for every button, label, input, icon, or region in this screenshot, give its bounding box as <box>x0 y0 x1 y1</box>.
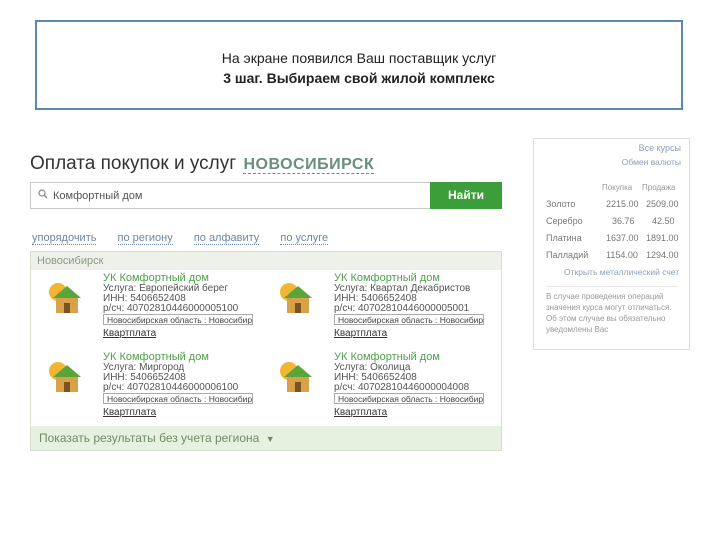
metal-sell: 1891.00 <box>646 233 679 243</box>
divider <box>546 286 678 287</box>
metal-sell: 42.50 <box>652 216 675 226</box>
provider-info: УК Комфортный дом Услуга: Околица ИНН: 5… <box>334 351 469 393</box>
metal-sell: 1294.00 <box>646 250 679 260</box>
page-title: Оплата покупок и услуг НОВОСИБИРСК <box>30 153 375 175</box>
provider-info: УК Комфортный дом Услуга: Европейский бе… <box>103 272 238 314</box>
search-bar: Найти <box>30 182 502 209</box>
caption-line-2: 3 шаг. Выбираем свой жилой комплекс <box>223 70 495 86</box>
sort-by-region[interactable]: по региону <box>117 232 173 245</box>
category-link[interactable]: Квартплата <box>103 328 156 339</box>
provider-card[interactable]: УК Комфортный дом Услуга: Миргород ИНН: … <box>45 351 275 427</box>
results-panel: Новосибирск УК Комфортный дом Услуга: Ев… <box>30 251 502 451</box>
city-selector[interactable]: НОВОСИБИРСК <box>243 156 375 174</box>
open-metal-account-link[interactable]: Открыть металлический счет <box>564 267 679 277</box>
provider-account: р/сч: 40702810446000006100 <box>103 382 239 393</box>
metal-sell: 2509.00 <box>646 199 679 209</box>
search-icon <box>38 189 48 199</box>
metal-buy: 1154.00 <box>606 250 638 260</box>
sort-by-alphabet[interactable]: по алфавиту <box>193 232 260 245</box>
chevron-down-icon: ▼ <box>265 434 275 444</box>
sort-bar: упорядочить по региону по алфавиту по ус… <box>32 232 346 245</box>
provider-account: р/сч: 40702810446000005001 <box>334 303 470 314</box>
provider-info: УК Комфортный дом Услуга: Квартал Декабр… <box>334 272 470 314</box>
metal-name: Платина <box>546 233 582 243</box>
category-link[interactable]: Квартплата <box>334 328 387 339</box>
metal-name: Серебро <box>546 216 583 226</box>
metal-name: Золото <box>546 199 576 209</box>
provider-card[interactable]: УК Комфортный дом Услуга: Околица ИНН: 5… <box>276 351 506 427</box>
sort-by-service[interactable]: по услуге <box>280 232 329 245</box>
house-icon <box>49 283 81 313</box>
show-all-regions-link[interactable]: Показать результаты без учета региона ▼ <box>31 426 501 450</box>
provider-card[interactable]: УК Комфортный дом Услуга: Европейский бе… <box>45 272 275 348</box>
sell-header: Продажа <box>642 183 676 192</box>
house-icon <box>49 362 81 392</box>
all-rates-link[interactable]: Все курсы <box>639 143 681 153</box>
slide-caption: На экране появился Ваш поставщик услуг 3… <box>35 20 683 110</box>
metal-buy: 2215.00 <box>606 199 639 209</box>
house-icon <box>280 362 312 392</box>
category-link[interactable]: Квартплата <box>103 407 156 418</box>
caption-line-1: На экране появился Ваш поставщик услуг <box>221 50 497 66</box>
metal-name: Палладий <box>546 250 589 260</box>
provider-card[interactable]: УК Комфортный дом Услуга: Квартал Декабр… <box>276 272 506 348</box>
metals-rates-panel: Все курсы Обмен валюты Покупка Продажа З… <box>533 138 690 350</box>
search-input[interactable] <box>53 186 433 205</box>
metal-buy: 36.76 <box>612 216 635 226</box>
show-all-regions-label: Показать результаты без учета региона <box>39 431 260 445</box>
search-button[interactable]: Найти <box>430 182 502 209</box>
metal-buy: 1637.00 <box>606 233 639 243</box>
provider-info: УК Комфортный дом Услуга: Миргород ИНН: … <box>103 351 238 393</box>
region-select[interactable]: Новосибирская область : Новосибирск <box>103 314 253 325</box>
sort-label[interactable]: упорядочить <box>32 232 97 245</box>
house-icon <box>280 283 312 313</box>
provider-account: р/сч: 40702810446000005100 <box>103 303 239 314</box>
exchange-link[interactable]: Обмен валюты <box>622 157 681 167</box>
buy-header: Покупка <box>602 183 633 192</box>
category-link[interactable]: Квартплата <box>334 407 387 418</box>
provider-account: р/сч: 40702810446000004008 <box>334 382 470 393</box>
region-select[interactable]: Новосибирская область : Новосибирск <box>334 314 484 325</box>
rates-note: В случае проведения операций значения ку… <box>546 292 672 334</box>
region-select[interactable]: Новосибирская область : Новосибирск <box>103 393 253 404</box>
page-title-text: Оплата покупок и услуг <box>30 153 237 174</box>
region-header: Новосибирск <box>31 252 501 270</box>
region-select[interactable]: Новосибирская область : Новосибирск <box>334 393 484 404</box>
